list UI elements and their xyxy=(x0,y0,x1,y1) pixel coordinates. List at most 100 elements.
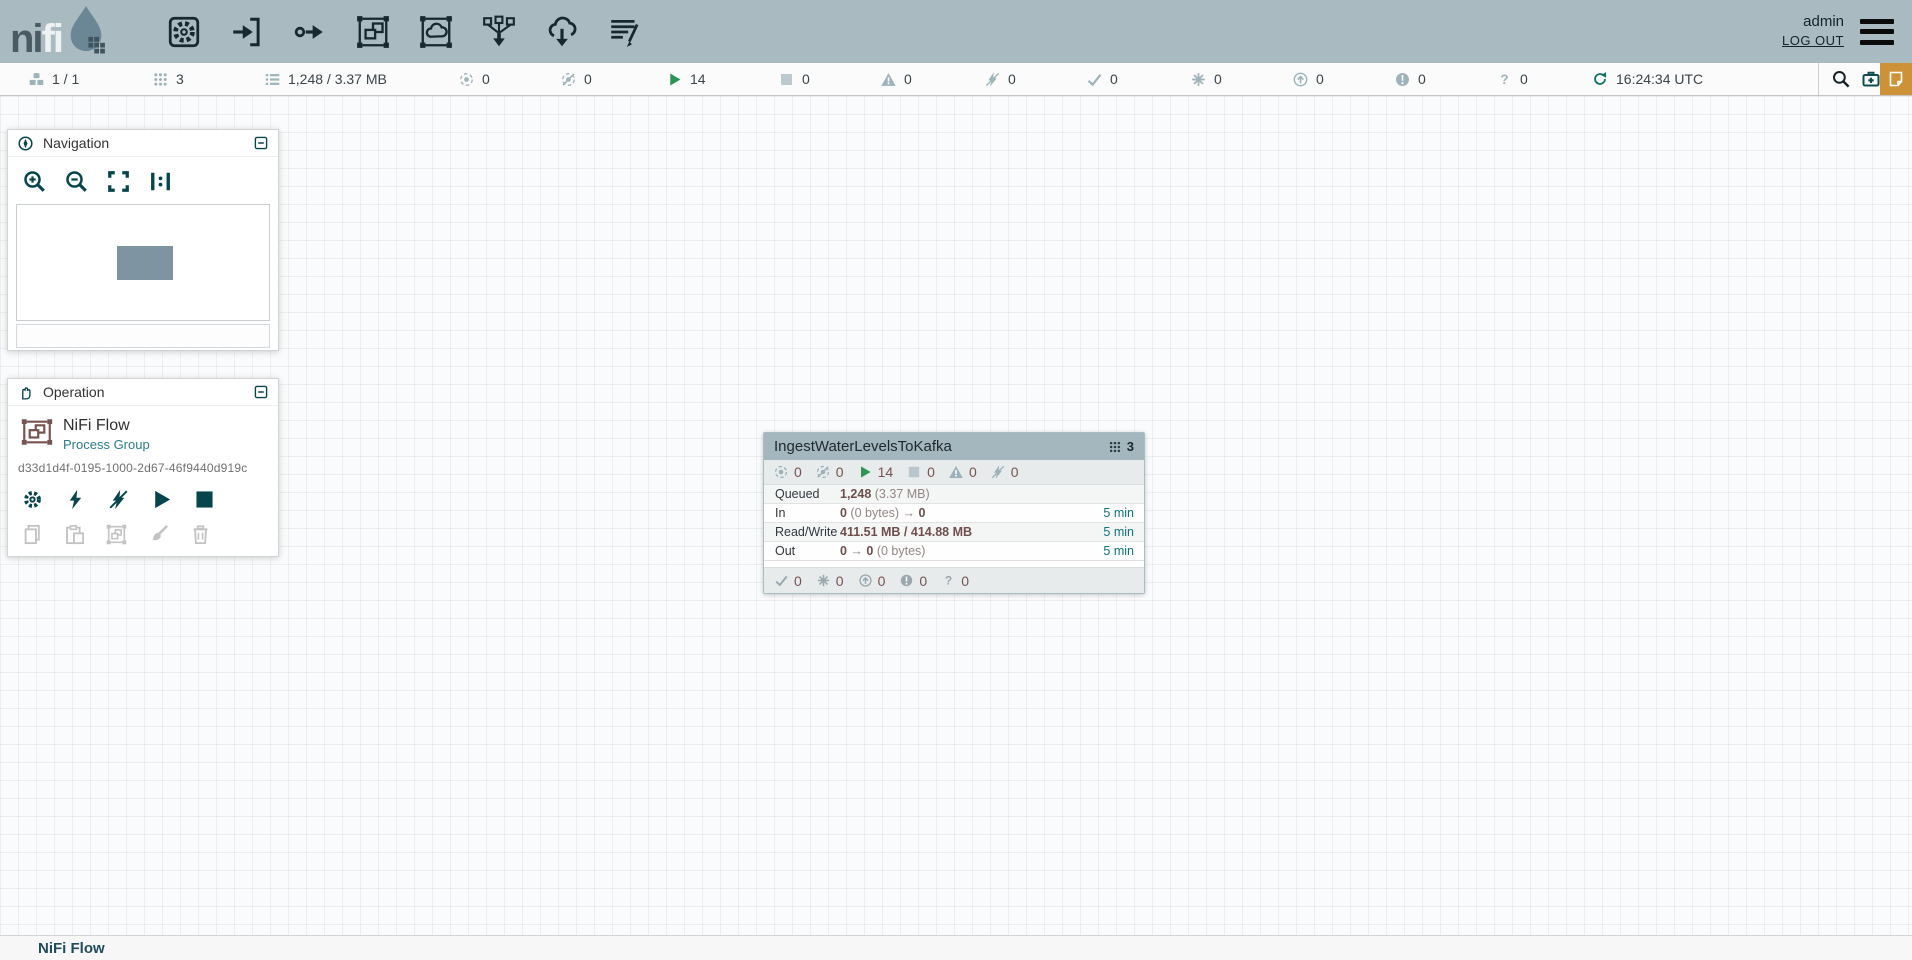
logo-text-fi: fi xyxy=(42,21,62,57)
zoom-actual-size-button[interactable] xyxy=(148,169,173,194)
add-label-button[interactable] xyxy=(607,14,643,50)
pg-row-value: 1,248 (3.37 MB) xyxy=(840,487,1134,501)
copy-button[interactable] xyxy=(21,523,44,546)
add-processor-button[interactable] xyxy=(166,14,202,50)
not-transmitting-icon xyxy=(560,71,577,88)
transmitting-icon xyxy=(458,71,475,88)
logo-text-ni: ni xyxy=(10,21,42,57)
add-remote-process-group-button[interactable] xyxy=(418,14,454,50)
configure-button[interactable] xyxy=(21,488,44,511)
hamburger-bar xyxy=(1860,19,1894,24)
pg-stat-stopped-count: 0 xyxy=(927,464,935,480)
collapse-icon[interactable] xyxy=(253,384,269,400)
minimap-footer xyxy=(16,324,270,348)
pg-stat-running-count: 14 xyxy=(878,464,894,480)
current-user: admin xyxy=(1782,13,1844,30)
navigation-panel: Navigation xyxy=(7,129,279,351)
pg-row-timeframe: 5 min xyxy=(1103,506,1144,520)
status-up-to-date-count: 0 xyxy=(1110,71,1118,87)
operation-buttons-secondary xyxy=(8,511,278,546)
delete-button[interactable] xyxy=(189,523,212,546)
refresh-status[interactable]: 16:24:34 UTC xyxy=(1592,63,1703,95)
status-locally-modified-count: 0 xyxy=(1214,71,1222,87)
collapse-icon[interactable] xyxy=(253,135,269,151)
bulletin-note-button[interactable] xyxy=(1880,63,1912,95)
pg-versioned-locally-modified-count: 0 xyxy=(836,573,844,589)
pg-row-read-write: Read/Write411.51 MB / 414.88 MB5 min xyxy=(764,523,1144,542)
logout-link[interactable]: LOG OUT xyxy=(1782,33,1844,48)
breadcrumb-root[interactable]: NiFi Flow xyxy=(38,940,105,957)
navigation-panel-title: Navigation xyxy=(8,130,278,157)
operation-panel-label: Operation xyxy=(43,384,253,400)
pg-versioned-stale-count: 0 xyxy=(878,573,886,589)
pg-stat-disabled: 0 xyxy=(990,464,1019,480)
paste-button[interactable] xyxy=(63,523,86,546)
status-not-transmitting-count: 0 xyxy=(584,71,592,87)
search-icon xyxy=(1831,69,1851,89)
status-disabled-count: 0 xyxy=(1008,71,1016,87)
locally-modified-icon xyxy=(816,573,831,588)
add-input-port-button[interactable] xyxy=(229,14,265,50)
running-icon xyxy=(666,71,683,88)
transmitting-icon xyxy=(773,464,789,480)
stale-icon xyxy=(858,573,873,588)
navigation-panel-label: Navigation xyxy=(43,135,253,151)
minimap-component-rect xyxy=(117,246,173,280)
process-group-component[interactable]: IngestWaterLevelsToKafka 3 0014000 Queue… xyxy=(763,432,1145,594)
status-locally-modified-stale-count: 0 xyxy=(1418,71,1426,87)
operation-buttons-primary xyxy=(8,475,278,511)
svg-text:?: ? xyxy=(945,573,952,587)
change-color-button[interactable] xyxy=(147,523,170,546)
component-toolbar xyxy=(166,14,643,50)
pg-versioned-up-to-date: 0 xyxy=(774,573,802,589)
zoom-out-button[interactable] xyxy=(64,169,89,194)
status-locally-modified: 0 xyxy=(1190,63,1222,95)
refresh-icon xyxy=(1592,71,1608,87)
add-template-button[interactable] xyxy=(544,14,580,50)
pg-versioned-up-to-date-count: 0 xyxy=(794,573,802,589)
pg-row-label: In xyxy=(764,506,840,520)
status-stale: 0 xyxy=(1292,63,1324,95)
disabled-icon xyxy=(990,464,1006,480)
status-threads: 3 xyxy=(152,63,184,95)
stale-icon xyxy=(1292,71,1309,88)
status-transmitting: 0 xyxy=(458,63,490,95)
start-button[interactable] xyxy=(150,488,173,511)
process-group-stats-row: 0014000 xyxy=(764,460,1144,485)
stopped-icon xyxy=(778,71,795,88)
add-process-group-button[interactable] xyxy=(355,14,391,50)
invalid-icon xyxy=(880,71,897,88)
birdseye-minimap[interactable] xyxy=(16,204,270,321)
global-menu-button[interactable] xyxy=(1860,19,1894,45)
pg-stat-not-transmitting-count: 0 xyxy=(836,464,844,480)
hand-icon xyxy=(17,384,34,401)
threads-icon xyxy=(1108,440,1122,454)
pg-versioned-locally-modified-stale-count: 0 xyxy=(919,573,927,589)
zoom-in-button[interactable] xyxy=(22,169,47,194)
disabled-icon xyxy=(984,71,1001,88)
zoom-fit-button[interactable] xyxy=(106,169,131,194)
pg-stat-running: 14 xyxy=(857,464,894,480)
status-up-to-date: 0 xyxy=(1086,63,1118,95)
first-aid-kit-icon xyxy=(1861,69,1881,89)
flow-status-bar: 1 / 131,248 / 3.37 MB00140000000?0 16:24… xyxy=(0,63,1912,96)
user-block: admin LOG OUT xyxy=(1782,13,1844,50)
add-funnel-button[interactable] xyxy=(481,14,517,50)
stop-button[interactable] xyxy=(193,488,216,511)
status-transmitting-count: 0 xyxy=(482,71,490,87)
search-button[interactable] xyxy=(1826,63,1856,95)
status-invalid: 0 xyxy=(880,63,912,95)
disable-button[interactable] xyxy=(107,488,130,511)
flow-canvas[interactable]: IngestWaterLevelsToKafka 3 0014000 Queue… xyxy=(0,96,1912,935)
group-button[interactable] xyxy=(105,523,128,546)
operation-panel: Operation NiFi Flow Process Group d33d1d… xyxy=(7,378,279,557)
navigation-toolbar xyxy=(8,157,278,194)
nifi-drop-icon xyxy=(64,5,108,57)
not-transmitting-icon xyxy=(815,464,831,480)
enable-button[interactable] xyxy=(64,488,87,511)
locally-modified-stale-icon xyxy=(1394,71,1411,88)
cluster-icon xyxy=(28,71,45,88)
selected-component-names: NiFi Flow Process Group xyxy=(63,417,150,452)
add-output-port-button[interactable] xyxy=(292,14,328,50)
status-locally-modified-stale: 0 xyxy=(1394,63,1426,95)
